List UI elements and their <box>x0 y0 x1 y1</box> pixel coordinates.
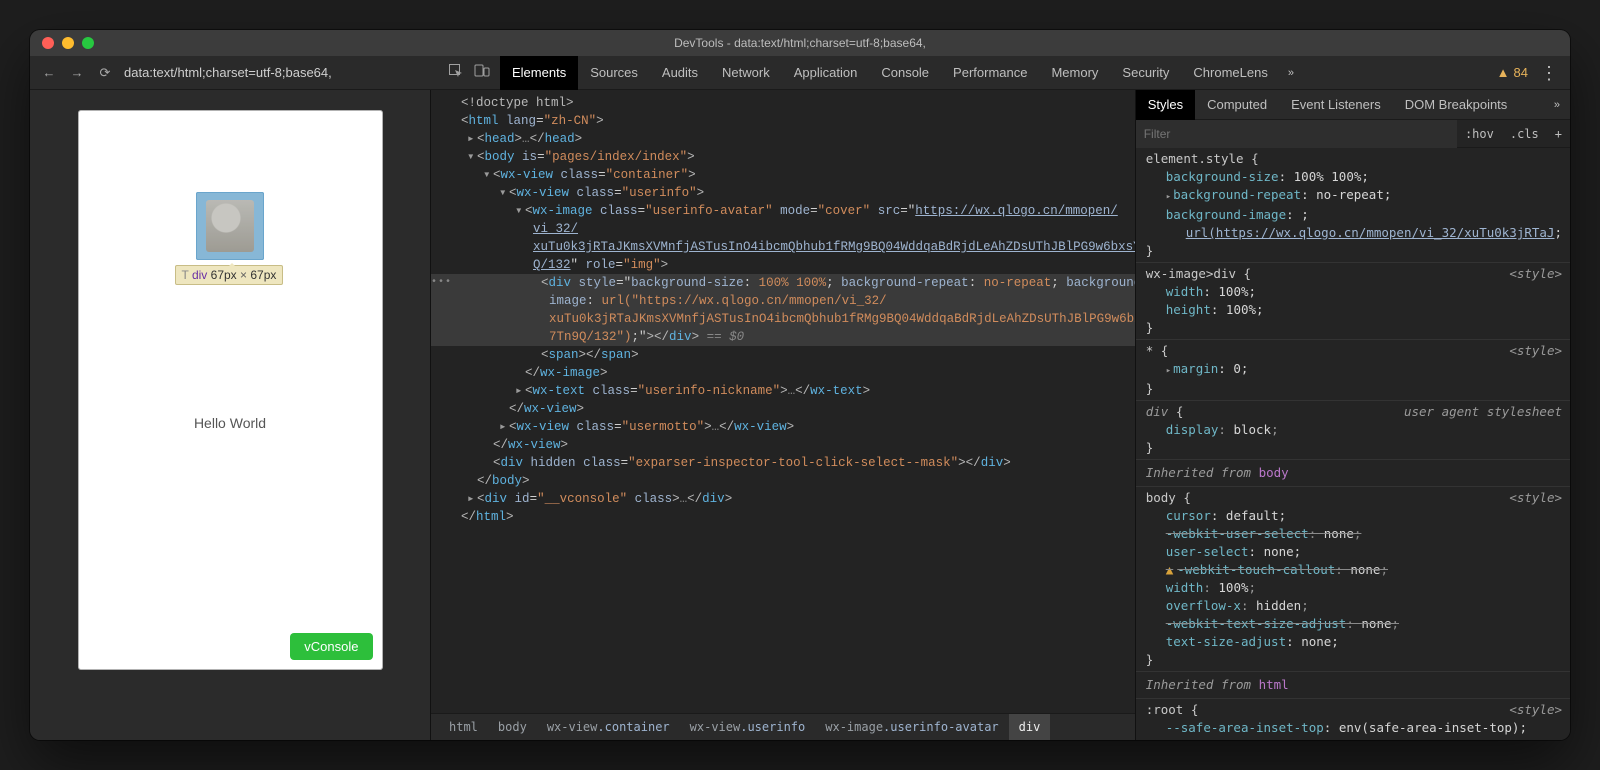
tab-sources[interactable]: Sources <box>578 56 650 90</box>
back-icon[interactable]: ← <box>40 65 58 80</box>
inspect-element-icon[interactable] <box>448 63 464 82</box>
style-rule[interactable]: user agent stylesheetdiv {display: block… <box>1136 401 1570 460</box>
dom-line[interactable]: <div hidden class="exparser-inspector-to… <box>431 454 1135 472</box>
minimize-icon[interactable] <box>62 37 74 49</box>
tab-audits[interactable]: Audits <box>650 56 710 90</box>
tab-performance[interactable]: Performance <box>941 56 1039 90</box>
styles-filter-row: :hov .cls + <box>1136 120 1570 148</box>
vconsole-button[interactable]: vConsole <box>290 633 372 660</box>
devtools-window: DevTools - data:text/html;charset=utf-8;… <box>30 30 1570 740</box>
style-rule[interactable]: <style>wx-image>div {width: 100%;height:… <box>1136 263 1570 340</box>
device-preview-column: T div 67px × 67px Hello World vConsole <box>30 90 430 740</box>
inherited-from: Inherited from body <box>1136 460 1570 487</box>
inspect-toggles <box>438 63 500 82</box>
style-rule[interactable]: element.style {background-size: 100% 100… <box>1136 148 1570 263</box>
devtools-menu-icon[interactable]: ⋮ <box>1540 64 1558 82</box>
styles-panel: StylesComputedEvent ListenersDOM Breakpo… <box>1136 90 1570 740</box>
styles-tab-event-listeners[interactable]: Event Listeners <box>1279 90 1393 120</box>
window-title: DevTools - data:text/html;charset=utf-8;… <box>30 36 1570 50</box>
style-rule[interactable]: <style>:root {--safe-area-inset-top: env… <box>1136 699 1570 740</box>
styles-filter-input[interactable] <box>1136 120 1457 148</box>
dom-line[interactable]: ▾<body is="pages/index/index"> <box>431 148 1135 166</box>
dom-line[interactable]: ▾<wx-view class="userinfo"> <box>431 184 1135 202</box>
tabs-overflow-icon[interactable]: » <box>1280 67 1302 79</box>
dom-line[interactable]: <!doctype html> <box>431 94 1135 112</box>
crumb-body[interactable]: body <box>488 714 537 740</box>
styles-tab-dom-breakpoints[interactable]: DOM Breakpoints <box>1393 90 1520 120</box>
inherited-from: Inherited from html <box>1136 672 1570 699</box>
styles-tabs-overflow-icon[interactable]: » <box>1544 99 1570 111</box>
page-body-text: Hello World <box>78 415 383 431</box>
zoom-icon[interactable] <box>82 37 94 49</box>
styles-tab-computed[interactable]: Computed <box>1195 90 1279 120</box>
hov-toggle[interactable]: :hov <box>1457 127 1502 141</box>
dom-line[interactable]: ▾<wx-view class="container"> <box>431 166 1135 184</box>
dimension-tooltip: T div 67px × 67px <box>175 265 284 285</box>
dom-line[interactable]: Q/132" role="img"> <box>431 256 1135 274</box>
dom-line[interactable]: ▾<wx-image class="userinfo-avatar" mode=… <box>431 202 1135 220</box>
elements-panel: <!doctype html><html lang="zh-CN">▸<head… <box>430 90 1136 740</box>
dom-line[interactable]: xuTu0k3jRTaJKmsXVMnfjASTusInO4ibcmQbhub1… <box>431 310 1135 328</box>
crumb-wx-image[interactable]: wx-image.userinfo-avatar <box>815 714 1008 740</box>
style-rule[interactable]: <style>body {cursor: default;-webkit-use… <box>1136 487 1570 672</box>
element-highlight <box>196 192 264 260</box>
dom-line[interactable]: </html> <box>431 508 1135 526</box>
crumb-html[interactable]: html <box>439 714 488 740</box>
dom-line[interactable]: <html lang="zh-CN"> <box>431 112 1135 130</box>
dom-line[interactable]: </body> <box>431 472 1135 490</box>
dom-line[interactable]: xuTu0k3jRTaJKmsXVMnfjASTusInO4ibcmQbhub1… <box>431 238 1135 256</box>
devtools-tab-strip: ElementsSourcesAuditsNetworkApplicationC… <box>430 56 1570 89</box>
dom-line[interactable]: ▸<div id="__vconsole" class>…</div> <box>431 490 1135 508</box>
close-icon[interactable] <box>42 37 54 49</box>
tab-memory[interactable]: Memory <box>1039 56 1110 90</box>
warning-icon: ▲ <box>1497 65 1510 80</box>
dom-line[interactable]: </wx-view> <box>431 436 1135 454</box>
dom-line[interactable]: ▸<wx-text class="userinfo-nickname">…</w… <box>431 382 1135 400</box>
tab-security[interactable]: Security <box>1110 56 1181 90</box>
warning-count: 84 <box>1514 65 1528 80</box>
crumb-wx-view[interactable]: wx-view.container <box>537 714 680 740</box>
dom-line[interactable]: 7Tn9Q/132");"></div> == $0 <box>431 328 1135 346</box>
url-display[interactable]: data:text/html;charset=utf-8;base64, <box>124 65 420 80</box>
tab-application[interactable]: Application <box>782 56 870 90</box>
cls-toggle[interactable]: .cls <box>1502 127 1547 141</box>
reload-icon[interactable]: ⟳ <box>96 65 114 81</box>
warnings-badge[interactable]: ▲ 84 <box>1497 65 1528 80</box>
tab-chromelens[interactable]: ChromeLens <box>1181 56 1279 90</box>
tab-network[interactable]: Network <box>710 56 782 90</box>
styles-tab-strip: StylesComputedEvent ListenersDOM Breakpo… <box>1136 90 1570 120</box>
forward-icon[interactable]: → <box>68 65 86 80</box>
crumb-wx-view[interactable]: wx-view.userinfo <box>680 714 816 740</box>
dom-line[interactable]: </wx-image> <box>431 364 1135 382</box>
dom-line[interactable]: <span></span> <box>431 346 1135 364</box>
breadcrumb[interactable]: htmlbodywx-view.containerwx-view.userinf… <box>431 713 1135 740</box>
main-area: T div 67px × 67px Hello World vConsole <… <box>30 90 1570 740</box>
tab-elements[interactable]: Elements <box>500 56 578 90</box>
style-rule[interactable]: <style>* {▸margin: 0;} <box>1136 340 1570 401</box>
titlebar: DevTools - data:text/html;charset=utf-8;… <box>30 30 1570 56</box>
dom-tree[interactable]: <!doctype html><html lang="zh-CN">▸<head… <box>431 90 1135 713</box>
new-rule-button[interactable]: + <box>1547 127 1570 141</box>
tab-console[interactable]: Console <box>869 56 941 90</box>
dom-line[interactable]: <div style="background-size: 100% 100%; … <box>431 274 1135 292</box>
crumb-div[interactable]: div <box>1009 714 1051 740</box>
dom-line[interactable]: ▸<head>…</head> <box>431 130 1135 148</box>
styles-tab-styles[interactable]: Styles <box>1136 90 1195 120</box>
browser-nav: ← → ⟳ data:text/html;charset=utf-8;base6… <box>30 56 430 89</box>
dom-line[interactable]: vi_32/ <box>431 220 1135 238</box>
top-row: ← → ⟳ data:text/html;charset=utf-8;base6… <box>30 56 1570 90</box>
window-controls <box>30 37 94 49</box>
device-frame[interactable]: T div 67px × 67px Hello World vConsole <box>78 110 383 670</box>
dom-line[interactable]: ▸<wx-view class="usermotto">…</wx-view> <box>431 418 1135 436</box>
dom-line[interactable]: image: url("https://wx.qlogo.cn/mmopen/v… <box>431 292 1135 310</box>
styles-rules[interactable]: element.style {background-size: 100% 100… <box>1136 148 1570 740</box>
dom-line[interactable]: </wx-view> <box>431 400 1135 418</box>
device-toolbar-icon[interactable] <box>474 63 490 82</box>
